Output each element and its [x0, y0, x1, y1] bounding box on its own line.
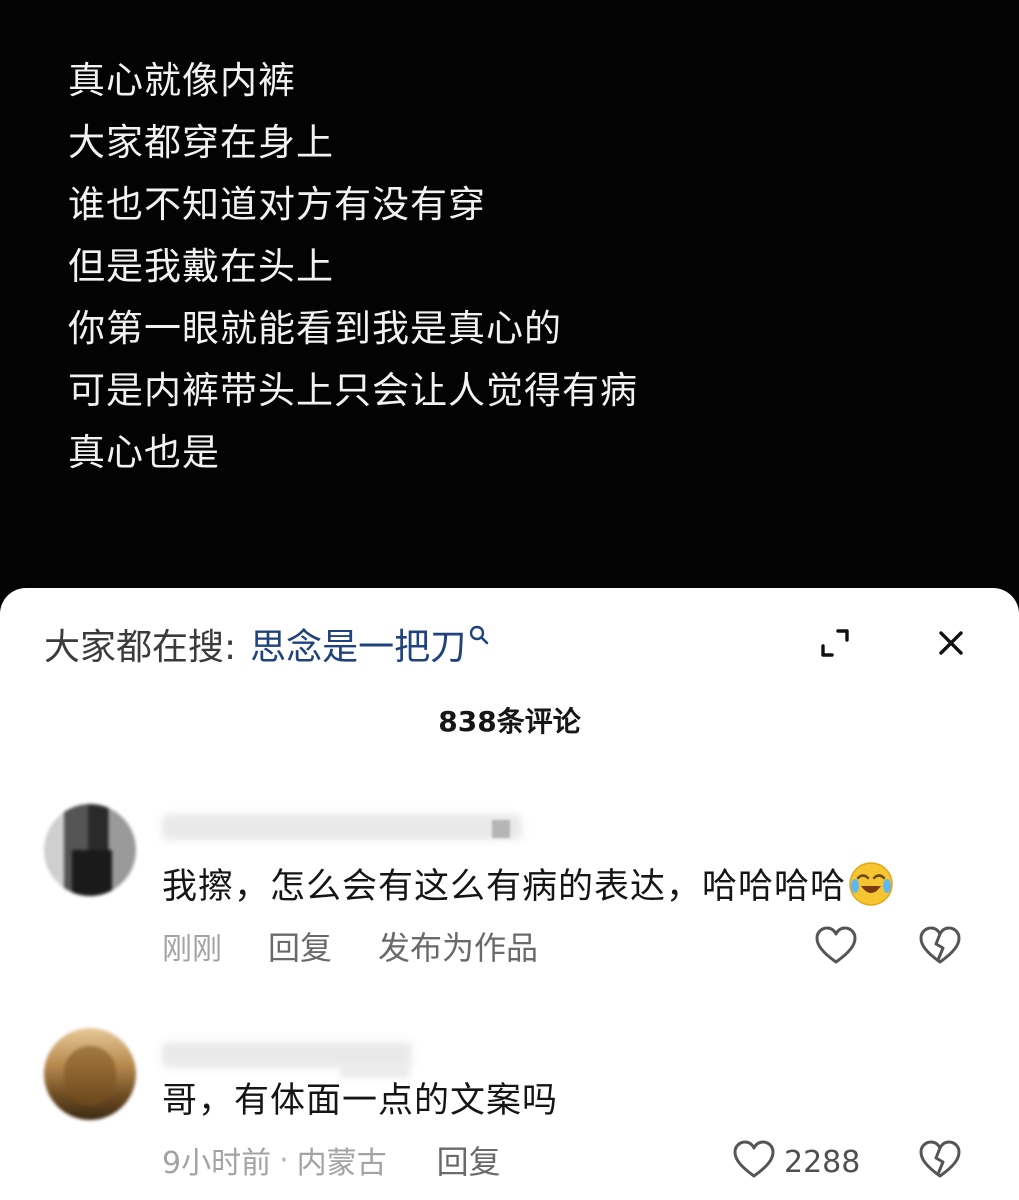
caption-line: 你第一眼就能看到我是真心的 [68, 307, 562, 350]
trending-search-term[interactable]: 思念是一把刀 [250, 618, 466, 670]
comment-count-title: 838条评论 [438, 705, 581, 738]
comment-text: 哥，有体面一点的文案吗 [162, 1081, 559, 1121]
close-button[interactable] [928, 622, 974, 668]
caption-line: 但是我戴在头上 [68, 245, 334, 288]
meta-separator: · [279, 1142, 289, 1178]
avatar[interactable] [44, 804, 136, 896]
comment-time: 9小时前 [162, 1146, 272, 1181]
avatar[interactable] [44, 1028, 136, 1120]
heart-icon [814, 926, 858, 970]
username-blurred[interactable] [162, 814, 522, 840]
dislike-button[interactable] [918, 926, 962, 970]
comment-text: 我擦，怎么会有这么有病的表达，哈哈哈哈 [162, 858, 896, 909]
user-badge-blurred [492, 820, 510, 838]
caption-line: 真心就像内裤 [68, 59, 296, 102]
laughing-crying-emoji-icon [846, 858, 896, 908]
broken-heart-icon [918, 926, 962, 970]
reply-button[interactable]: 回复 [268, 923, 332, 969]
comment-sheet: 大家都在搜: 思念是一把刀 838条评论 我擦，怎么会有这么有病的表达，哈哈哈哈… [0, 588, 1019, 1200]
comment-item: 哥，有体面一点的文案吗 9小时前 · 内蒙古 回复 2288 [0, 1018, 1019, 1200]
caption-line: 谁也不知道对方有没有穿 [68, 183, 486, 226]
search-icon [468, 624, 490, 646]
comment-text-content: 我擦，怎么会有这么有病的表达，哈哈哈哈 [162, 867, 847, 907]
comment-time: 刚刚 [162, 932, 222, 967]
dislike-button[interactable] [918, 1140, 962, 1184]
publish-as-work-button[interactable]: 发布为作品 [378, 923, 538, 969]
video-area[interactable]: 真心就像内裤 大家都穿在身上 谁也不知道对方有没有穿 但是我戴在头上 你第一眼就… [0, 0, 1019, 600]
expand-icon [818, 626, 852, 664]
heart-icon [732, 1140, 776, 1184]
like-button[interactable] [814, 926, 858, 970]
comment-meta: 刚刚 回复 发布为作品 [162, 924, 538, 968]
caption-line: 大家都穿在身上 [68, 121, 334, 164]
trending-search-label: 大家都在搜: [44, 627, 237, 668]
broken-heart-icon [918, 1140, 962, 1184]
video-caption: 真心就像内裤 大家都穿在身上 谁也不知道对方有没有穿 但是我戴在头上 你第一眼就… [68, 50, 638, 484]
close-icon [937, 629, 965, 661]
expand-button[interactable] [812, 622, 858, 668]
comment-meta: 9小时前 · 内蒙古 回复 [162, 1138, 501, 1182]
trending-search-bar[interactable]: 大家都在搜: 思念是一把刀 [44, 616, 490, 672]
comment-item: 我擦，怎么会有这么有病的表达，哈哈哈哈 刚刚 回复 发布为作品 [0, 794, 1019, 1004]
caption-line: 真心也是 [68, 431, 220, 474]
reply-button[interactable]: 回复 [437, 1137, 501, 1183]
caption-line: 可是内裤带头上只会让人觉得有病 [68, 369, 638, 412]
like-button[interactable]: 2288 [732, 1140, 860, 1184]
comment-location: 内蒙古 [296, 1146, 387, 1181]
like-count: 2288 [784, 1144, 861, 1180]
